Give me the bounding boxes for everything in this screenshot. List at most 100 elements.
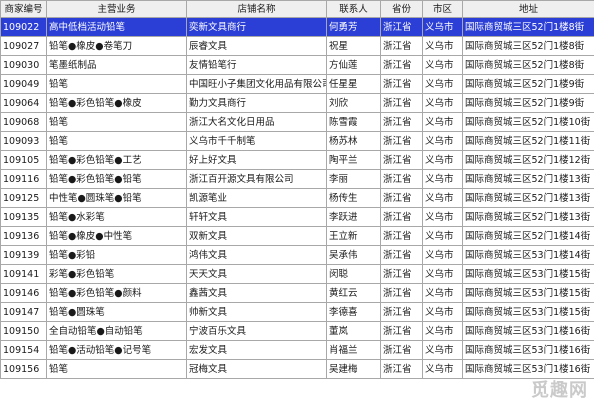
col-header-province[interactable]: 省份 <box>380 0 423 18</box>
cell-address[interactable]: 国际商贸城三区52门1楼14街 <box>462 226 594 246</box>
cell-province[interactable]: 浙江省 <box>380 321 423 341</box>
cell-city[interactable]: 义乌市 <box>422 36 463 56</box>
cell-contact[interactable]: 陶平兰 <box>326 150 381 170</box>
col-header-address[interactable]: 地址 <box>462 0 594 18</box>
cell-business[interactable]: 中性笔●圆珠笔●铅笔 <box>46 188 187 208</box>
cell-shop-name[interactable]: 宏发文具 <box>186 340 327 360</box>
cell-province[interactable]: 浙江省 <box>380 264 423 284</box>
table-row[interactable]: 109139 铅笔●彩铅 鸿伟文具 吴承伟 浙江省 义乌市 国际商贸城三区53门1楼14街 <box>0 245 594 265</box>
cell-address[interactable]: 国际商贸城三区53门1楼14街 <box>462 245 594 265</box>
table-row[interactable]: 109064 铅笔●彩色铅笔●橡皮 勤力文具商行 刘欣 浙江省 义乌市 国际商贸城三区52门… <box>0 93 594 113</box>
table-row[interactable]: 109116 铅笔●彩色铅笔●铅笔 浙江百开源文具有限公司 李丽 浙江省 义乌市 国际商贸城… <box>0 169 594 189</box>
cell-province[interactable]: 浙江省 <box>380 207 423 227</box>
cell-merchant-id[interactable]: 109154 <box>0 340 47 360</box>
cell-city[interactable]: 义乌市 <box>422 359 463 379</box>
cell-business[interactable]: 铅笔●彩色铅笔●铅笔 <box>46 169 187 189</box>
cell-city[interactable]: 义乌市 <box>422 55 463 75</box>
cell-business[interactable]: 高中低档活动铅笔 <box>46 17 187 37</box>
cell-merchant-id[interactable]: 109146 <box>0 283 47 303</box>
cell-merchant-id[interactable]: 109093 <box>0 131 47 151</box>
cell-shop-name[interactable]: 轩轩文具 <box>186 207 327 227</box>
col-header-contact[interactable]: 联系人 <box>326 0 381 18</box>
cell-contact[interactable]: 任星星 <box>326 74 381 94</box>
col-header-business[interactable]: 主营业务 <box>46 0 187 18</box>
table-row[interactable]: 109027 铅笔●橡皮●卷笔刀 辰睿文具 祝星 浙江省 义乌市 国际商贸城三区52门1楼8… <box>0 36 594 56</box>
cell-merchant-id[interactable]: 109147 <box>0 302 47 322</box>
cell-address[interactable]: 国际商贸城三区53门1楼15街 <box>462 302 594 322</box>
col-header-shop-name[interactable]: 店铺名称 <box>186 0 327 18</box>
cell-business[interactable]: 铅笔●彩色铅笔●工艺 <box>46 150 187 170</box>
cell-province[interactable]: 浙江省 <box>380 55 423 75</box>
cell-merchant-id[interactable]: 109105 <box>0 150 47 170</box>
cell-contact[interactable]: 王立新 <box>326 226 381 246</box>
cell-merchant-id[interactable]: 109064 <box>0 93 47 113</box>
cell-city[interactable]: 义乌市 <box>422 188 463 208</box>
cell-merchant-id[interactable]: 109135 <box>0 207 47 227</box>
cell-business[interactable]: 彩笔●彩色铅笔 <box>46 264 187 284</box>
cell-city[interactable]: 义乌市 <box>422 150 463 170</box>
cell-contact[interactable]: 杨苏林 <box>326 131 381 151</box>
cell-city[interactable]: 义乌市 <box>422 283 463 303</box>
cell-contact[interactable]: 何勇芳 <box>326 17 381 37</box>
cell-business[interactable]: 铅笔 <box>46 74 187 94</box>
table-row[interactable]: 109136 铅笔●橡皮●中性笔 双新文具 王立新 浙江省 义乌市 国际商贸城三区52门1楼… <box>0 226 594 246</box>
cell-shop-name[interactable]: 天天文具 <box>186 264 327 284</box>
cell-address[interactable]: 国际商贸城三区53门1楼15街 <box>462 283 594 303</box>
cell-province[interactable]: 浙江省 <box>380 131 423 151</box>
table-row[interactable]: 109146 铅笔●彩色铅笔●颜料 鑫茜文具 黄红云 浙江省 义乌市 国际商贸城三区53门1… <box>0 283 594 303</box>
cell-contact[interactable]: 董岚 <box>326 321 381 341</box>
cell-city[interactable]: 义乌市 <box>422 245 463 265</box>
cell-shop-name[interactable]: 友情铅笔行 <box>186 55 327 75</box>
cell-province[interactable]: 浙江省 <box>380 283 423 303</box>
cell-address[interactable]: 国际商贸城三区53门1楼15街 <box>462 264 594 284</box>
cell-business[interactable]: 铅笔●橡皮●卷笔刀 <box>46 36 187 56</box>
cell-merchant-id[interactable]: 109116 <box>0 169 47 189</box>
cell-contact[interactable]: 吴承伟 <box>326 245 381 265</box>
cell-province[interactable]: 浙江省 <box>380 302 423 322</box>
cell-business[interactable]: 铅笔●橡皮●中性笔 <box>46 226 187 246</box>
cell-province[interactable]: 浙江省 <box>380 74 423 94</box>
cell-contact[interactable]: 吴建梅 <box>326 359 381 379</box>
col-header-city[interactable]: 市区 <box>422 0 463 18</box>
cell-shop-name[interactable]: 冠梅文具 <box>186 359 327 379</box>
cell-province[interactable]: 浙江省 <box>380 226 423 246</box>
cell-business[interactable]: 铅笔●水彩笔 <box>46 207 187 227</box>
cell-shop-name[interactable]: 鸿伟文具 <box>186 245 327 265</box>
cell-merchant-id[interactable]: 109150 <box>0 321 47 341</box>
cell-shop-name[interactable]: 好上好文具 <box>186 150 327 170</box>
cell-address[interactable]: 国际商贸城三区53门1楼16街 <box>462 340 594 360</box>
cell-city[interactable]: 义乌市 <box>422 302 463 322</box>
cell-shop-name[interactable]: 鑫茜文具 <box>186 283 327 303</box>
cell-province[interactable]: 浙江省 <box>380 188 423 208</box>
table-row[interactable]: 109135 铅笔●水彩笔 轩轩文具 李跃进 浙江省 义乌市 国际商贸城三区52门1楼13街 <box>0 207 594 227</box>
cell-merchant-id[interactable]: 109125 <box>0 188 47 208</box>
cell-province[interactable]: 浙江省 <box>380 245 423 265</box>
cell-province[interactable]: 浙江省 <box>380 93 423 113</box>
cell-province[interactable]: 浙江省 <box>380 340 423 360</box>
cell-address[interactable]: 国际商贸城三区52门1楼8街 <box>462 17 594 37</box>
cell-contact[interactable]: 黄红云 <box>326 283 381 303</box>
cell-business[interactable]: 铅笔●彩色铅笔●颜料 <box>46 283 187 303</box>
cell-address[interactable]: 国际商贸城三区52门1楼9街 <box>462 74 594 94</box>
cell-city[interactable]: 义乌市 <box>422 112 463 132</box>
cell-merchant-id[interactable]: 109027 <box>0 36 47 56</box>
cell-shop-name[interactable]: 浙江百开源文具有限公司 <box>186 169 327 189</box>
cell-shop-name[interactable]: 勤力文具商行 <box>186 93 327 113</box>
cell-business[interactable]: 铅笔●彩铅 <box>46 245 187 265</box>
cell-province[interactable]: 浙江省 <box>380 359 423 379</box>
cell-contact[interactable]: 李跃进 <box>326 207 381 227</box>
cell-contact[interactable]: 李德喜 <box>326 302 381 322</box>
cell-shop-name[interactable]: 帅新文具 <box>186 302 327 322</box>
cell-address[interactable]: 国际商贸城三区52门1楼9街 <box>462 93 594 113</box>
cell-province[interactable]: 浙江省 <box>380 150 423 170</box>
cell-shop-name[interactable]: 义乌市千千制笔 <box>186 131 327 151</box>
table-row[interactable]: 109093 铅笔 义乌市千千制笔 杨苏林 浙江省 义乌市 国际商贸城三区52门1楼11街 <box>0 131 594 151</box>
table-row[interactable]: 109141 彩笔●彩色铅笔 天天文具 闵聪 浙江省 义乌市 国际商贸城三区53门1楼15街 <box>0 264 594 284</box>
cell-business[interactable]: 笔墨纸制品 <box>46 55 187 75</box>
cell-address[interactable]: 国际商贸城三区52门1楼8街 <box>462 55 594 75</box>
cell-address[interactable]: 国际商贸城三区52门1楼8街 <box>462 36 594 56</box>
cell-business[interactable]: 全自动铅笔●自动铅笔 <box>46 321 187 341</box>
cell-contact[interactable]: 祝星 <box>326 36 381 56</box>
cell-city[interactable]: 义乌市 <box>422 17 463 37</box>
cell-business[interactable]: 铅笔 <box>46 112 187 132</box>
